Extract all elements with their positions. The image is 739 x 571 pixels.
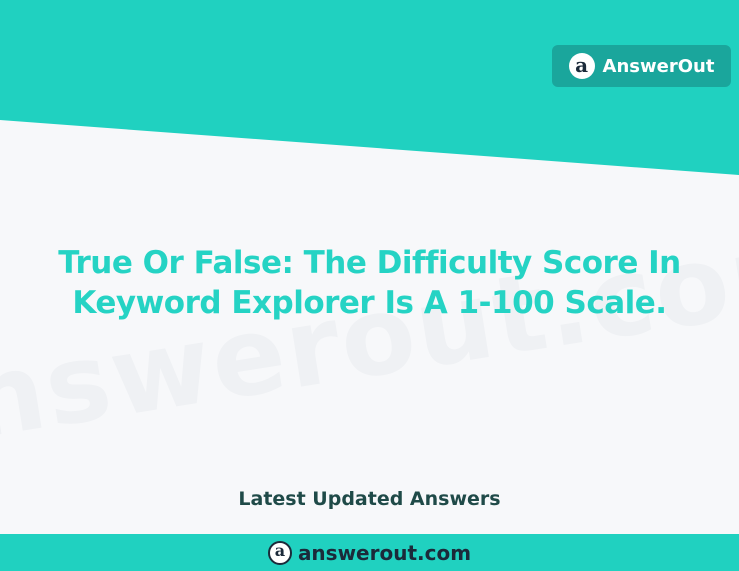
latest-answers-caption: Latest Updated Answers bbox=[238, 488, 501, 510]
watermark: answerout.com bbox=[0, 187, 739, 490]
question-title: True Or False: The Difficulty Score In K… bbox=[58, 245, 681, 321]
brand-name: AnswerOut bbox=[602, 55, 715, 77]
brand-badge[interactable]: a AnswerOut bbox=[552, 45, 731, 87]
footer-bar: a answerout.com bbox=[0, 534, 739, 571]
footer-url[interactable]: answerout.com bbox=[298, 541, 471, 565]
header-banner bbox=[0, 0, 739, 175]
answerout-logo-icon: a bbox=[568, 53, 595, 79]
answerout-logo-icon: a bbox=[267, 540, 292, 565]
